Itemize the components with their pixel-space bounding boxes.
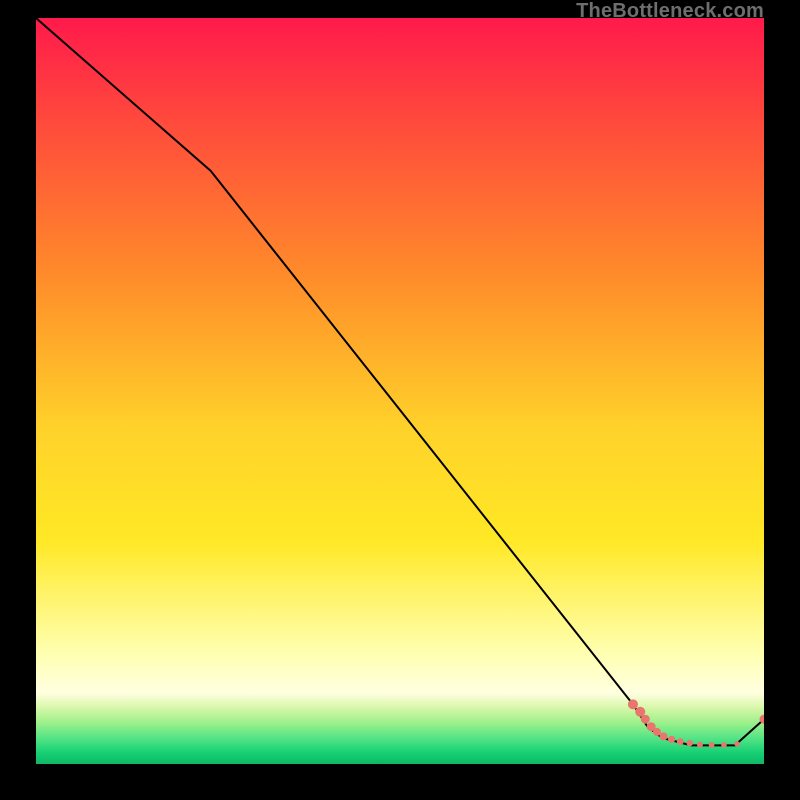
chart-gradient-background — [36, 18, 764, 764]
chart-plot-area — [36, 18, 764, 764]
